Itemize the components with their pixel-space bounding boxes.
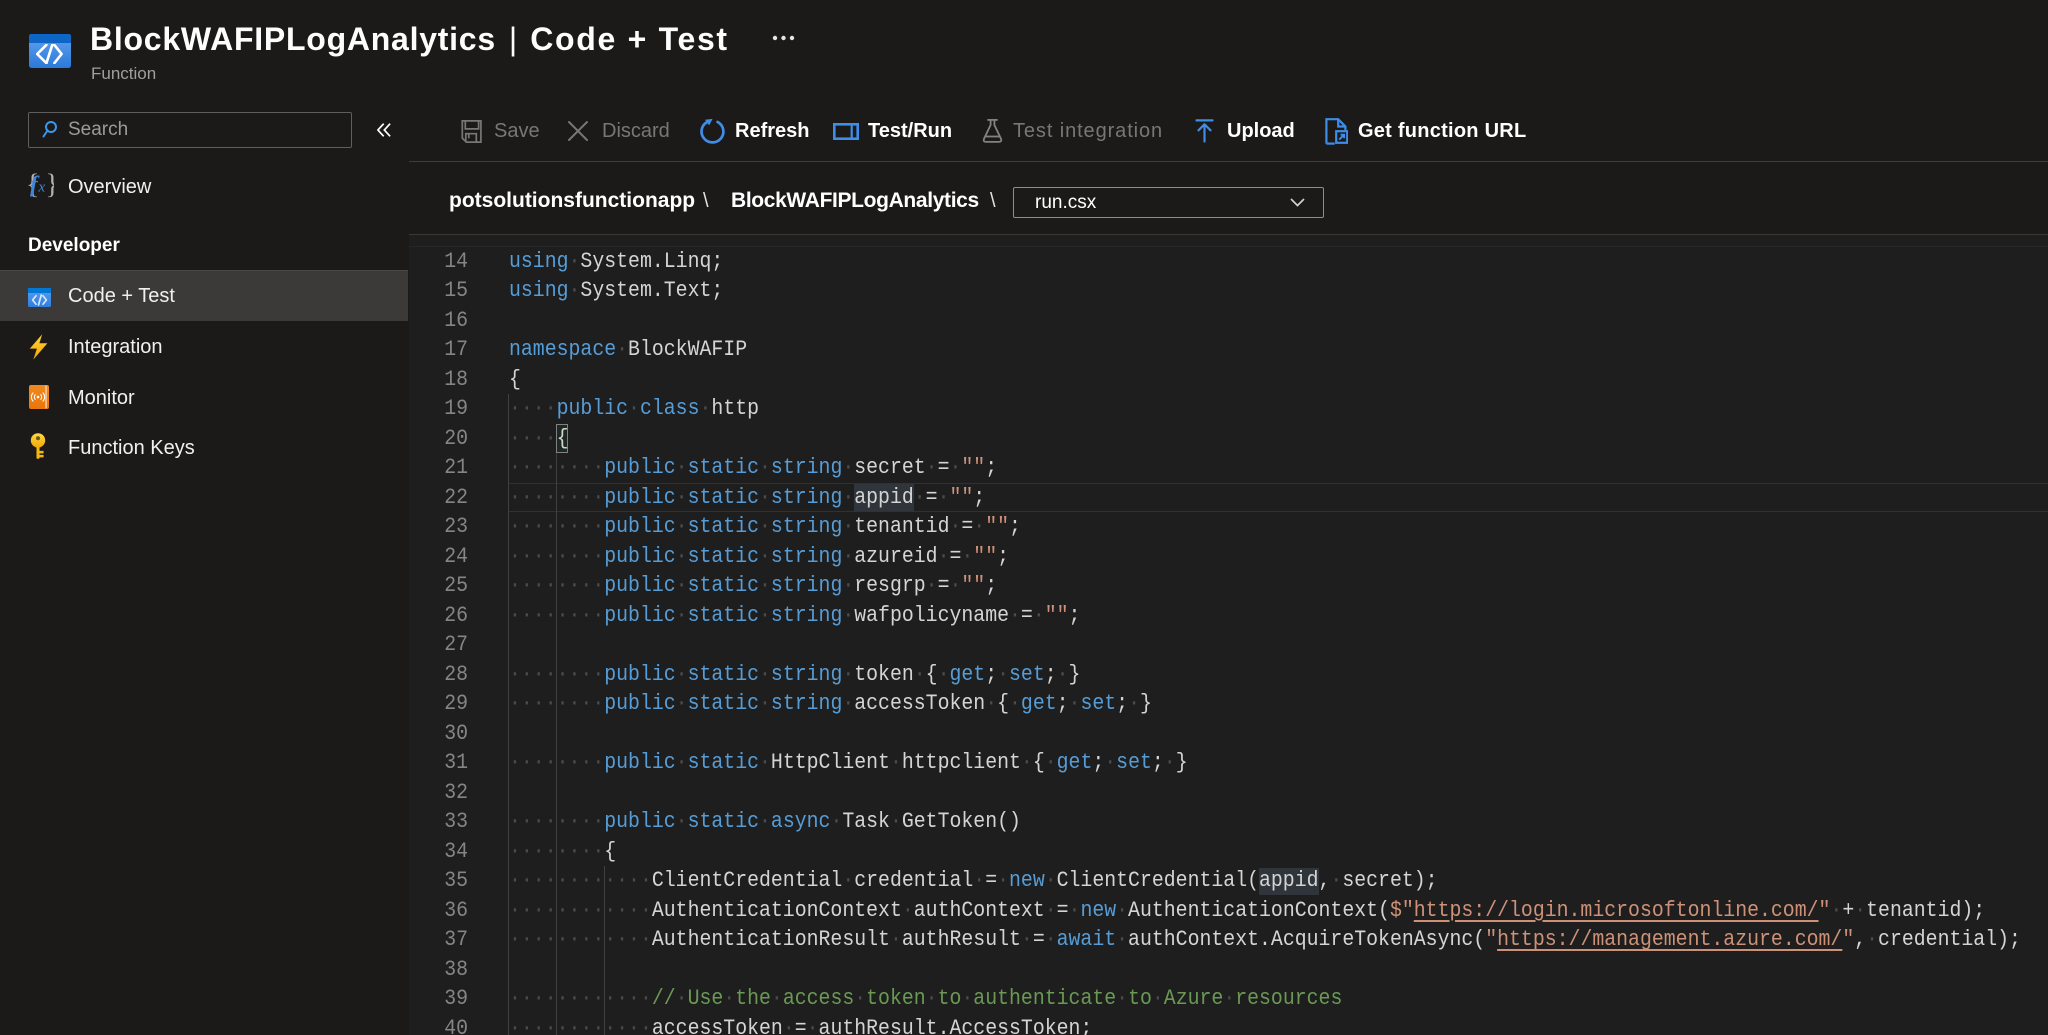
svg-text:x: x	[38, 180, 46, 196]
svg-text:}: }	[46, 172, 55, 199]
